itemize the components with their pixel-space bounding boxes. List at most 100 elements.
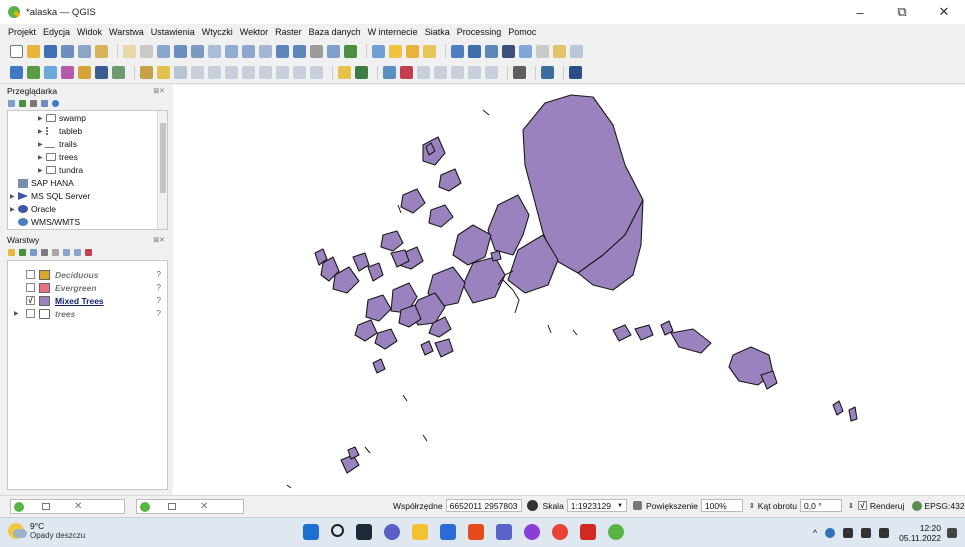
show-hide-labels-icon[interactable] [468,66,481,79]
expand-icon[interactable]: ▶ [10,193,18,200]
toolbox-icon[interactable] [485,44,498,58]
add-spatialite-icon[interactable] [61,66,74,79]
expand-icon[interactable]: ▶ [38,154,46,161]
close-button[interactable]: ✕ [923,0,965,24]
wifi-icon[interactable] [843,528,854,538]
browser-item-tundra[interactable]: ▶ tundra [38,165,83,175]
teams-icon[interactable] [496,524,512,540]
locator-tab-1[interactable]: ✕ [10,499,125,514]
render-checkbox[interactable]: √ [857,501,867,510]
close-tab-icon[interactable]: ✕ [74,501,82,512]
zoom-next-icon[interactable] [293,44,306,58]
scrollbar-thumb[interactable] [160,123,166,193]
save-project-icon[interactable] [44,44,57,58]
menu-warstwa[interactable]: Warstwa [109,27,144,37]
open-project-icon[interactable] [27,44,40,58]
office-icon[interactable] [468,524,484,540]
undo-icon[interactable] [293,66,306,79]
properties-icon[interactable] [52,99,59,107]
pan-icon[interactable] [123,44,136,58]
open-layer-styling-icon[interactable] [8,248,15,256]
menu-w-internecie[interactable]: W internecie [368,27,418,37]
map-canvas[interactable] [173,85,965,495]
add-feature-icon[interactable] [191,66,204,79]
delete-selected-icon[interactable] [225,66,238,79]
python-console-icon[interactable] [513,66,526,79]
menu-edycja[interactable]: Edycja [43,27,70,37]
expand-icon[interactable]: ▶ [38,128,46,135]
zoom-full-icon[interactable] [208,44,221,58]
layer-visibility-checkbox[interactable] [26,309,35,318]
maximize-button[interactable]: ⧉ [881,0,923,24]
expand-icon[interactable]: ▶ [38,167,46,174]
filter-expression-icon[interactable] [52,248,59,256]
battery-icon[interactable] [879,528,890,538]
browser-scrollbar[interactable] [157,111,167,229]
chevron-down-icon[interactable]: ▼ [617,503,623,509]
new-project-icon[interactable] [10,44,23,58]
coords-field[interactable]: 6652011 2957803 [445,499,522,512]
refresh-icon[interactable] [344,44,357,58]
chrome-icon[interactable] [552,524,568,540]
deselect-icon[interactable] [423,44,436,58]
layer-deciduous[interactable]: Deciduous ? [8,268,167,281]
task-view-icon[interactable] [356,524,372,540]
georeferencer-icon[interactable] [541,66,554,79]
menu-processing[interactable]: Processing [457,27,502,37]
qgis-taskbar-icon[interactable] [608,524,624,540]
label-tool-icon[interactable] [338,66,351,79]
vertex-tool-icon[interactable] [208,66,221,79]
crs-label[interactable]: EPSG:4326 [924,501,965,511]
save-as-icon[interactable] [61,44,74,58]
style-manager-icon[interactable] [95,44,108,58]
bookmark-icon[interactable] [310,44,323,58]
add-vector-layer-icon[interactable] [27,66,40,79]
map-tips-icon[interactable] [553,44,566,58]
layer-visibility-checkbox[interactable] [26,270,35,279]
spinner-icon[interactable]: ⇕ [848,502,854,510]
menu-pomoc[interactable]: Pomoc [508,27,536,37]
menu-siatka[interactable]: Siatka [425,27,450,37]
change-label-icon[interactable] [451,66,464,79]
expand-icon[interactable]: ▶ [10,206,18,213]
clock[interactable]: 12:20 05.11.2022 [899,523,941,543]
acrobat-icon[interactable] [580,524,596,540]
scale-field[interactable]: 1:1923129 ▼ [566,499,627,512]
toggle-extents-icon[interactable] [526,500,538,511]
menu-raster[interactable]: Raster [275,27,302,37]
data-source-manager-icon[interactable] [10,66,23,79]
start-icon[interactable] [303,524,319,540]
label-properties-icon[interactable] [485,66,498,79]
filter-icon[interactable] [30,99,37,107]
select-features-icon[interactable] [389,44,402,58]
browser-item-sap-hana[interactable]: SAP HANA [10,178,74,188]
zoom-in-icon[interactable] [157,44,170,58]
rotate-label-icon[interactable] [434,66,447,79]
layer-trees[interactable]: ▶ trees ? [8,307,167,320]
minimize-button[interactable]: – [839,0,881,24]
rotation-field[interactable]: 0,0 ° [800,499,843,512]
layer-labeling-icon[interactable] [355,66,368,79]
weather-widget[interactable]: 9°C Opady deszczu [8,521,85,541]
panel-close-icon[interactable]: ⊠✕ [153,87,165,95]
add-group-icon[interactable] [19,248,26,256]
add-wms-layer-icon[interactable] [112,66,125,79]
field-calculator-icon[interactable] [468,44,481,58]
magnify-field[interactable]: 100% [700,499,743,512]
volume-icon[interactable] [861,528,872,538]
zoom-last-icon[interactable] [276,44,289,58]
save-edits-icon[interactable] [174,66,187,79]
menu-ustawienia[interactable]: Ustawienia [151,27,195,37]
lock-icon[interactable] [632,501,642,510]
paste-features-icon[interactable] [276,66,289,79]
browser-item-wms-wmts[interactable]: WMS/WMTS [10,217,80,227]
browser-item-oracle[interactable]: ▶ Oracle [10,204,56,214]
menu-baza-danych[interactable]: Baza danych [309,27,361,37]
collapse-all-icon[interactable] [74,248,81,256]
collapse-all-icon[interactable] [41,99,48,107]
layer-evergreen[interactable]: Evergreen ? [8,281,167,294]
locator-tab-2[interactable]: ✕ [136,499,244,514]
expand-icon[interactable]: ▶ [38,115,46,122]
file-explorer-icon[interactable] [412,524,428,540]
onedrive-icon[interactable] [825,528,836,538]
